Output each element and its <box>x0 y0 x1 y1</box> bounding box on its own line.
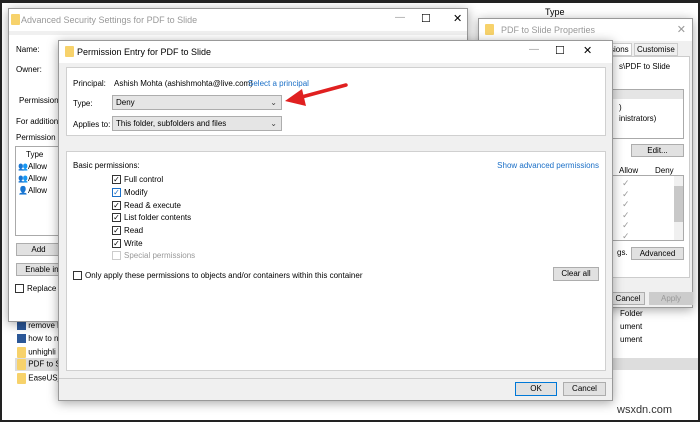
list-item[interactable]: remove b <box>17 321 62 331</box>
maximize-icon[interactable]: ☐ <box>421 12 431 25</box>
object-path: s\PDF to Slide <box>619 62 671 71</box>
name-label: Name: <box>16 45 40 54</box>
folder-icon <box>485 24 494 35</box>
explorer-status-bar <box>612 358 700 370</box>
basic-permissions-panel: Basic permissions: Show advanced permiss… <box>66 151 606 371</box>
minimize-icon[interactable]: — <box>395 12 405 23</box>
watermark: wsxdn.com <box>617 404 673 416</box>
cancel-button[interactable]: Cancel <box>611 292 645 305</box>
edit-button[interactable]: Edit... <box>631 144 684 157</box>
deny-header: Deny <box>655 166 674 175</box>
permission-entries-label: Permission e <box>16 133 63 142</box>
word-doc-icon <box>17 334 26 344</box>
cancel-button[interactable]: Cancel <box>563 382 606 396</box>
show-advanced-permissions-link[interactable]: Show advanced permissions <box>497 161 599 170</box>
checkbox-checked: ✓ <box>112 201 121 211</box>
folder-icon <box>17 373 26 384</box>
title-bar: Advanced Security Settings for PDF to Sl… <box>9 9 467 31</box>
principal-value: Ashish Mohta (ashishmohta@live.com) <box>114 79 253 88</box>
permission-write[interactable]: ✓ Write <box>112 239 143 249</box>
ok-button[interactable]: OK <box>515 382 557 396</box>
checkbox-checked: ✓ <box>112 213 121 223</box>
permission-special: Special permissions <box>112 251 195 261</box>
owner-label: Owner: <box>16 65 42 74</box>
column-type[interactable]: Type <box>26 150 43 159</box>
red-arrow-annotation <box>285 83 348 106</box>
folder-icon <box>65 46 74 57</box>
window-title: Advanced Security Settings for PDF to Sl… <box>21 15 198 25</box>
word-doc-icon <box>17 321 26 331</box>
info-text: For additiona <box>16 117 63 126</box>
permission-read[interactable]: ✓ Read <box>112 226 143 236</box>
folder-icon <box>11 14 20 25</box>
users-icon: 👥 <box>18 174 28 183</box>
minimize-icon[interactable]: — <box>529 44 539 55</box>
scrollbar[interactable] <box>674 176 683 240</box>
type-label: Type: <box>73 99 93 108</box>
allow-check-icons: ✓ ✓ ✓ ✓ ✓ ✓ <box>622 178 630 241</box>
checkbox <box>73 271 82 281</box>
explorer-column-type[interactable]: Type <box>545 7 565 17</box>
chevron-down-icon: ⌄ <box>270 119 277 128</box>
list-item-selected[interactable]: PDF to Sl <box>15 358 62 371</box>
permission-read-execute[interactable]: ✓ Read & execute <box>112 201 181 211</box>
chevron-down-icon: ⌄ <box>270 98 277 107</box>
close-icon[interactable]: ✕ <box>583 44 592 57</box>
group-list[interactable]: ) inistrators) <box>612 89 684 139</box>
permission-full-control[interactable]: ✓ Full control <box>112 175 163 185</box>
allow-header: Allow <box>619 166 639 175</box>
list-item[interactable]: inistrators) <box>619 114 656 123</box>
maximize-icon[interactable]: ☐ <box>555 44 565 57</box>
table-row[interactable]: 👥Allow <box>18 174 47 183</box>
table-row[interactable]: 👥Allow <box>18 162 47 171</box>
divider <box>59 378 612 379</box>
permission-modify[interactable]: ✓ Modify <box>112 188 148 198</box>
checkbox-checked: ✓ <box>112 239 121 249</box>
checkbox-checked: ✓ <box>112 226 121 236</box>
checkbox-disabled <box>112 251 121 261</box>
checkbox <box>15 284 24 294</box>
list-item[interactable]: ) <box>619 103 622 112</box>
type-cell: Folder <box>620 309 643 318</box>
principal-label: Principal: <box>73 79 106 88</box>
basic-permissions-label: Basic permissions: <box>73 161 140 170</box>
close-icon[interactable]: ✕ <box>677 23 686 36</box>
users-icon: 👥 <box>18 162 28 171</box>
list-item[interactable]: unhighli <box>17 347 56 358</box>
applies-to-dropdown[interactable]: This folder, subfolders and files ⌄ <box>112 116 282 131</box>
permission-list-folder-contents[interactable]: ✓ List folder contents <box>112 213 191 223</box>
only-apply-checkbox[interactable]: Only apply these permissions to objects … <box>73 271 362 281</box>
group-list-header <box>613 90 683 99</box>
applies-to-label: Applies to: <box>73 120 111 129</box>
folder-icon <box>17 359 26 370</box>
table-row[interactable]: 👤Allow <box>18 186 47 195</box>
title-bar: Permission Entry for PDF to Slide — ☐ ✕ <box>59 41 612 63</box>
title-bar: PDF to Slide Properties ✕ <box>479 19 692 41</box>
checkbox-checked: ✓ <box>112 188 121 198</box>
window-title: PDF to Slide Properties <box>501 25 596 35</box>
apply-button[interactable]: Apply <box>649 292 693 305</box>
close-icon[interactable]: ✕ <box>453 12 462 25</box>
folder-icon <box>17 347 26 358</box>
checkbox-checked: ✓ <box>112 175 121 185</box>
list-item[interactable]: how to n <box>17 334 58 344</box>
clear-all-button[interactable]: Clear all <box>553 267 599 281</box>
tab-customise[interactable]: Customise <box>634 43 678 56</box>
add-button[interactable]: Add <box>16 243 61 256</box>
type-dropdown[interactable]: Deny ⌄ <box>112 95 282 110</box>
special-permissions-text: gs. <box>617 248 628 257</box>
window-title: Permission Entry for PDF to Slide <box>77 47 212 57</box>
user-icon: 👤 <box>18 186 28 195</box>
type-cell: ument <box>620 335 643 344</box>
tab-permissions[interactable]: Permissions <box>19 96 63 105</box>
advanced-button[interactable]: Advanced <box>631 247 684 260</box>
permission-list: ✓ ✓ ✓ ✓ ✓ ✓ <box>612 175 684 241</box>
type-cell: ument <box>620 322 643 331</box>
